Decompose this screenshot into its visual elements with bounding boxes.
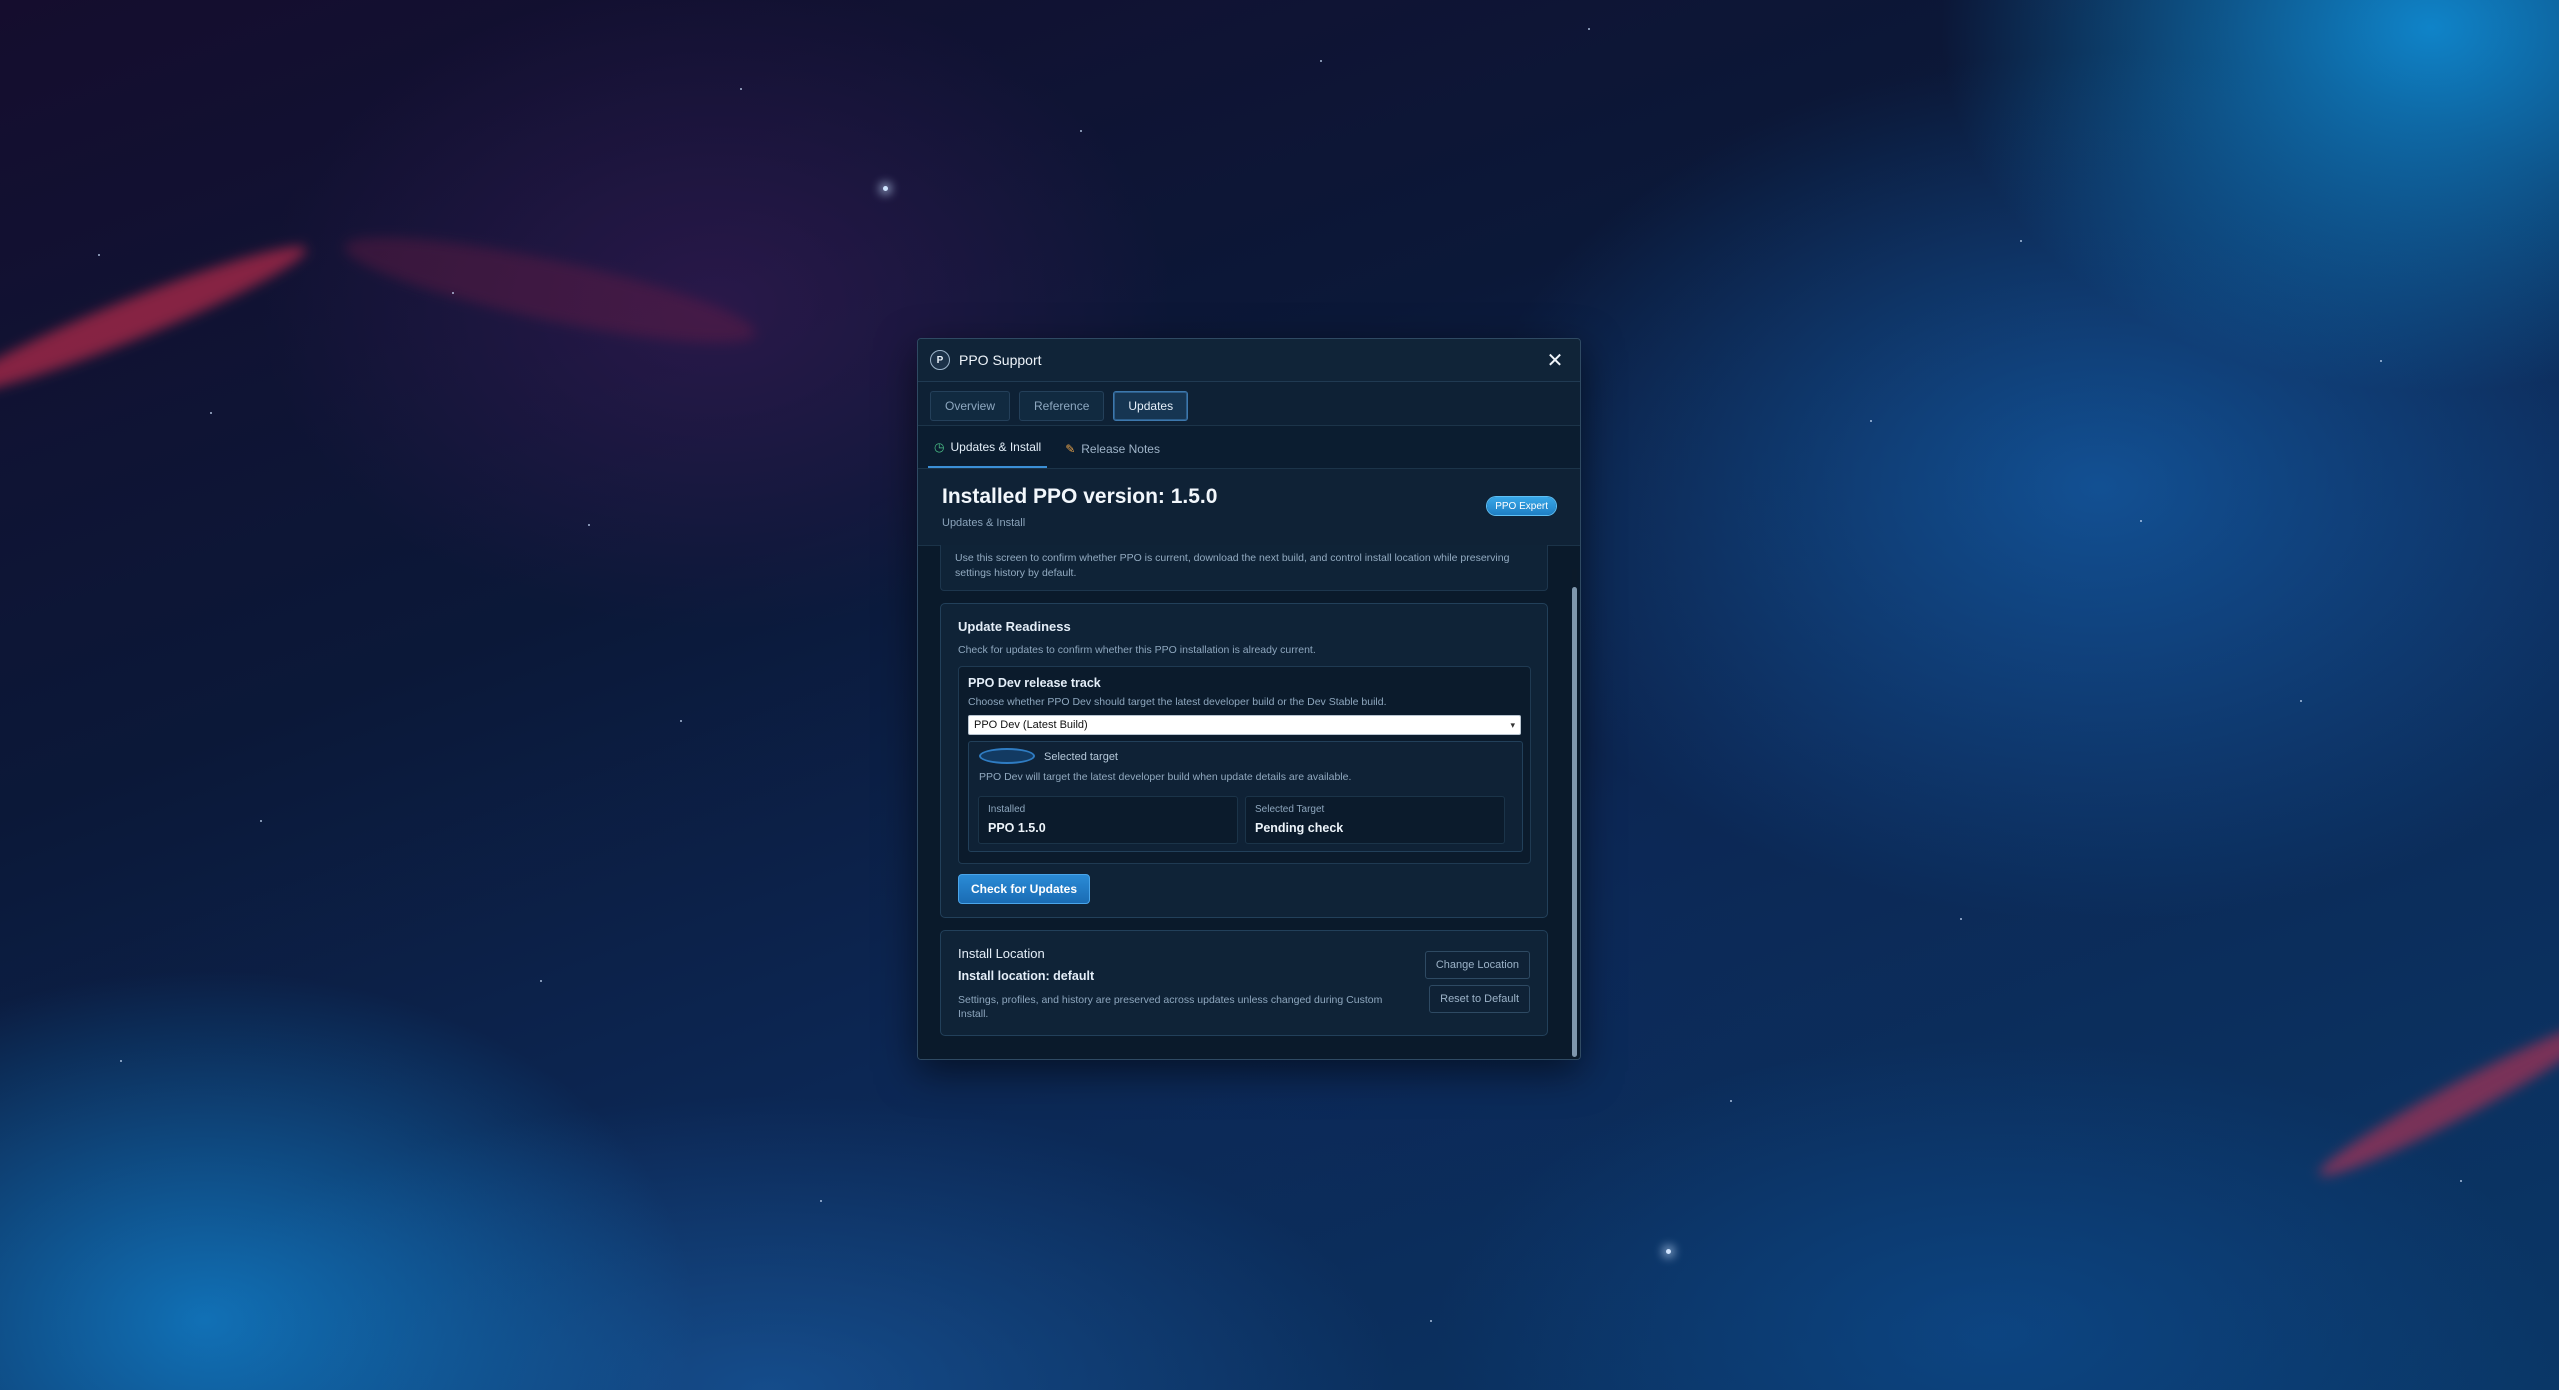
release-track-title: PPO Dev release track (968, 676, 1101, 690)
star (2300, 700, 2302, 702)
star (2140, 520, 2142, 522)
installed-stat: Installed PPO 1.5.0 (978, 796, 1238, 844)
clock-icon: ◷ (934, 440, 945, 454)
selected-target-description: PPO Dev will target the latest developer… (979, 771, 1352, 783)
release-track-selected: PPO Dev (Latest Build) (974, 719, 1088, 731)
scroll-area: Use this screen to confirm whether PPO i… (918, 545, 1580, 1059)
scrollbar-thumb[interactable] (1572, 587, 1577, 1057)
star (588, 524, 590, 526)
installed-label: Installed (988, 804, 1026, 815)
updates-content: Installed PPO version: 1.5.0 Updates & I… (918, 469, 1580, 1059)
tab-overview[interactable]: Overview (930, 391, 1011, 421)
installed-value: PPO 1.5.0 (988, 821, 1046, 835)
status-indicator (979, 748, 1035, 764)
star (1870, 420, 1872, 422)
star (1666, 1249, 1671, 1254)
check-for-updates-button[interactable]: Check for Updates (958, 874, 1091, 904)
star (2460, 1180, 2462, 1182)
nebula-glow (338, 216, 762, 364)
update-readiness-title: Update Readiness (958, 619, 1071, 634)
star (1730, 1100, 1732, 1102)
install-location-description: Settings, profiles, and history are pres… (958, 994, 1383, 1020)
subtab-label: Release Notes (1081, 442, 1160, 456)
selected-target-stat-value: Pending check (1255, 821, 1344, 835)
ppo-expert-badge: PPO Expert (1487, 497, 1556, 515)
chevron-down-icon: ▾ (1510, 719, 1515, 730)
star (740, 88, 742, 90)
release-track-description: Choose whether PPO Dev should target the… (968, 696, 1387, 708)
reset-to-default-button[interactable]: Reset to Default (1429, 985, 1530, 1013)
subtab-release-notes[interactable]: ✎ Release Notes (1059, 430, 1166, 468)
star (1320, 60, 1322, 62)
star (1430, 1320, 1432, 1322)
installed-version-title: Installed PPO version: 1.5.0 (942, 485, 1218, 508)
star (260, 820, 262, 822)
release-track-box: PPO Dev release track Choose whether PPO… (958, 666, 1531, 864)
subtab-updates-install[interactable]: ◷ Updates & Install (928, 428, 1048, 468)
selected-target-label: Selected target (1044, 751, 1118, 763)
star (820, 1200, 822, 1202)
star (1080, 130, 1082, 132)
nebula-glow (2311, 1004, 2559, 1190)
header-subtitle: Updates & Install (942, 517, 1026, 529)
selected-target-stat: Selected Target Pending check (1245, 796, 1505, 844)
close-icon[interactable]: ✕ (1542, 347, 1568, 373)
main-tab-bar: Overview Reference Updates (918, 382, 1580, 425)
nebula-glow (0, 230, 314, 410)
install-location-title: Install Location (958, 946, 1045, 961)
star (2020, 240, 2022, 242)
install-location-card: Install Location Install location: defau… (940, 930, 1548, 1036)
change-location-button[interactable]: Change Location (1424, 951, 1530, 979)
release-track-select[interactable]: PPO Dev (Latest Build) ▾ (968, 715, 1521, 735)
update-readiness-card: Update Readiness Check for updates to co… (940, 603, 1548, 918)
ppo-app-icon: P (930, 350, 950, 370)
star (98, 254, 100, 256)
subtab-label: Updates & Install (950, 440, 1042, 454)
notes-icon: ✎ (1065, 442, 1076, 456)
star (452, 292, 454, 294)
tab-reference[interactable]: Reference (1019, 391, 1105, 421)
update-readiness-description: Check for updates to confirm whether thi… (958, 644, 1316, 656)
selected-target-stat-label: Selected Target (1255, 804, 1325, 815)
star (1588, 28, 1590, 30)
window-title: PPO Support (959, 352, 1042, 368)
star (210, 412, 212, 414)
star (540, 980, 542, 982)
star (883, 186, 888, 191)
star (120, 1060, 122, 1062)
sub-tab-bar: ◷ Updates & Install ✎ Release Notes (918, 425, 1580, 469)
version-header: Installed PPO version: 1.5.0 Updates & I… (918, 469, 1580, 546)
selected-target-box: Selected target PPO Dev will target the … (968, 741, 1523, 852)
star (1960, 918, 1962, 920)
ppo-support-dialog: P PPO Support ✕ Overview Reference Updat… (917, 338, 1581, 1060)
intro-card: Use this screen to confirm whether PPO i… (940, 545, 1548, 591)
star (2380, 360, 2382, 362)
title-bar: P PPO Support ✕ (918, 339, 1580, 382)
tab-updates[interactable]: Updates (1113, 391, 1189, 421)
star (680, 720, 682, 722)
intro-text: Use this screen to confirm whether PPO i… (955, 552, 1510, 579)
install-location-value: Install location: default (958, 969, 1095, 983)
